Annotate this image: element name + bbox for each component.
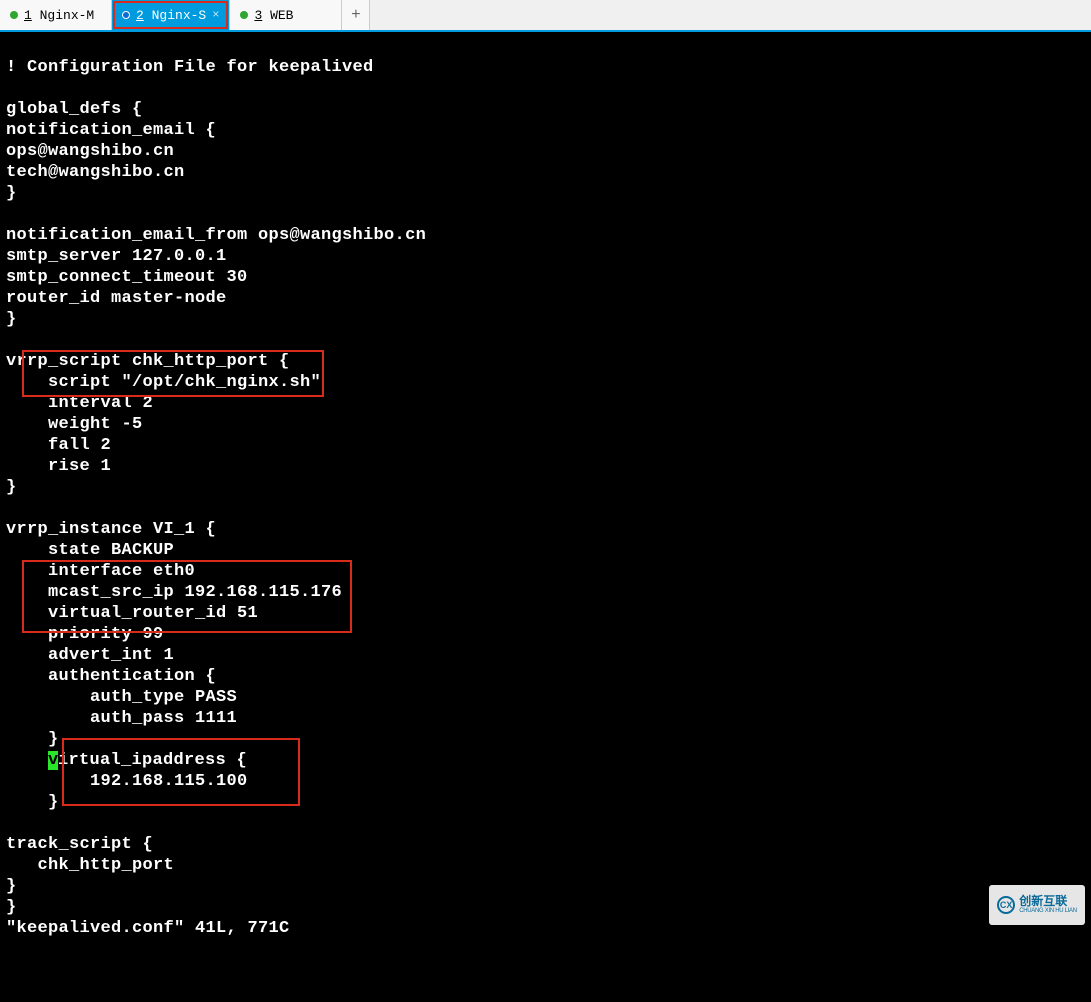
watermark-cn: 创新互联	[1019, 895, 1077, 908]
term-line: smtp_server 127.0.0.1	[6, 247, 227, 266]
term-line: vrrp_instance VI_1 {	[6, 520, 216, 539]
cursor-icon: v	[48, 751, 58, 770]
term-line: fall 2	[6, 436, 111, 455]
term-line: }	[6, 478, 17, 497]
term-line: notification_email_from ops@wangshibo.cn	[6, 226, 426, 245]
tab-label: 1 Nginx-M	[24, 8, 94, 23]
tab-bar: 1 Nginx-M 2 Nginx-S × 3 WEB +	[0, 0, 1091, 32]
watermark: CX 创新互联 CHUANG XIN HU LIAN	[989, 885, 1085, 925]
term-line: ops@wangshibo.cn	[6, 142, 174, 161]
close-icon[interactable]: ×	[212, 8, 219, 22]
term-line: track_script {	[6, 835, 153, 854]
term-line: auth_type PASS	[6, 688, 237, 707]
tab-web[interactable]: 3 WEB	[230, 0, 342, 30]
term-line: advert_int 1	[6, 646, 174, 665]
term-status-line: "keepalived.conf" 41L, 771C	[6, 919, 290, 938]
term-line: }	[6, 730, 59, 749]
term-line: chk_http_port	[6, 856, 174, 875]
term-line: }	[6, 877, 17, 896]
term-line: priority 99	[6, 625, 164, 644]
term-line: rise 1	[6, 457, 111, 476]
term-line: virtual_router_id 51	[6, 604, 258, 623]
term-line: notification_email {	[6, 121, 216, 140]
term-line: router_id master-node	[6, 289, 227, 308]
term-line: mcast_src_ip 192.168.115.176	[6, 583, 342, 602]
term-line: 192.168.115.100	[6, 772, 248, 791]
term-line: }	[6, 898, 17, 917]
tab-nginx-s[interactable]: 2 Nginx-S ×	[112, 0, 230, 30]
watermark-en: CHUANG XIN HU LIAN	[1019, 908, 1077, 915]
tab-label: 3 WEB	[254, 8, 293, 23]
term-line: interface eth0	[6, 562, 195, 581]
term-line: script "/opt/chk_nginx.sh"	[6, 373, 321, 392]
term-line: vrrp_script chk_http_port {	[6, 352, 290, 371]
term-line: }	[6, 310, 17, 329]
term-line: smtp_connect_timeout 30	[6, 268, 248, 287]
term-line: tech@wangshibo.cn	[6, 163, 185, 182]
terminal-area[interactable]: ! Configuration File for keepalived glob…	[0, 32, 1091, 931]
status-dot-icon	[240, 11, 248, 19]
add-tab-button[interactable]: +	[342, 0, 370, 30]
status-dot-icon	[10, 11, 18, 19]
term-line: ! Configuration File for keepalived	[6, 58, 374, 77]
term-line: weight -5	[6, 415, 143, 434]
term-line: auth_pass 1111	[6, 709, 237, 728]
logo-icon: CX	[997, 896, 1015, 914]
tab-label: 2 Nginx-S	[136, 8, 206, 23]
status-dot-icon	[122, 11, 130, 19]
term-line: authentication {	[6, 667, 216, 686]
term-line: state BACKUP	[6, 541, 174, 560]
term-line: }	[6, 793, 59, 812]
term-line: global_defs {	[6, 100, 143, 119]
term-line: }	[6, 184, 17, 203]
term-line-cursor: virtual_ipaddress {	[6, 751, 247, 770]
tab-nginx-m[interactable]: 1 Nginx-M	[0, 0, 112, 30]
term-line: interval 2	[6, 394, 153, 413]
